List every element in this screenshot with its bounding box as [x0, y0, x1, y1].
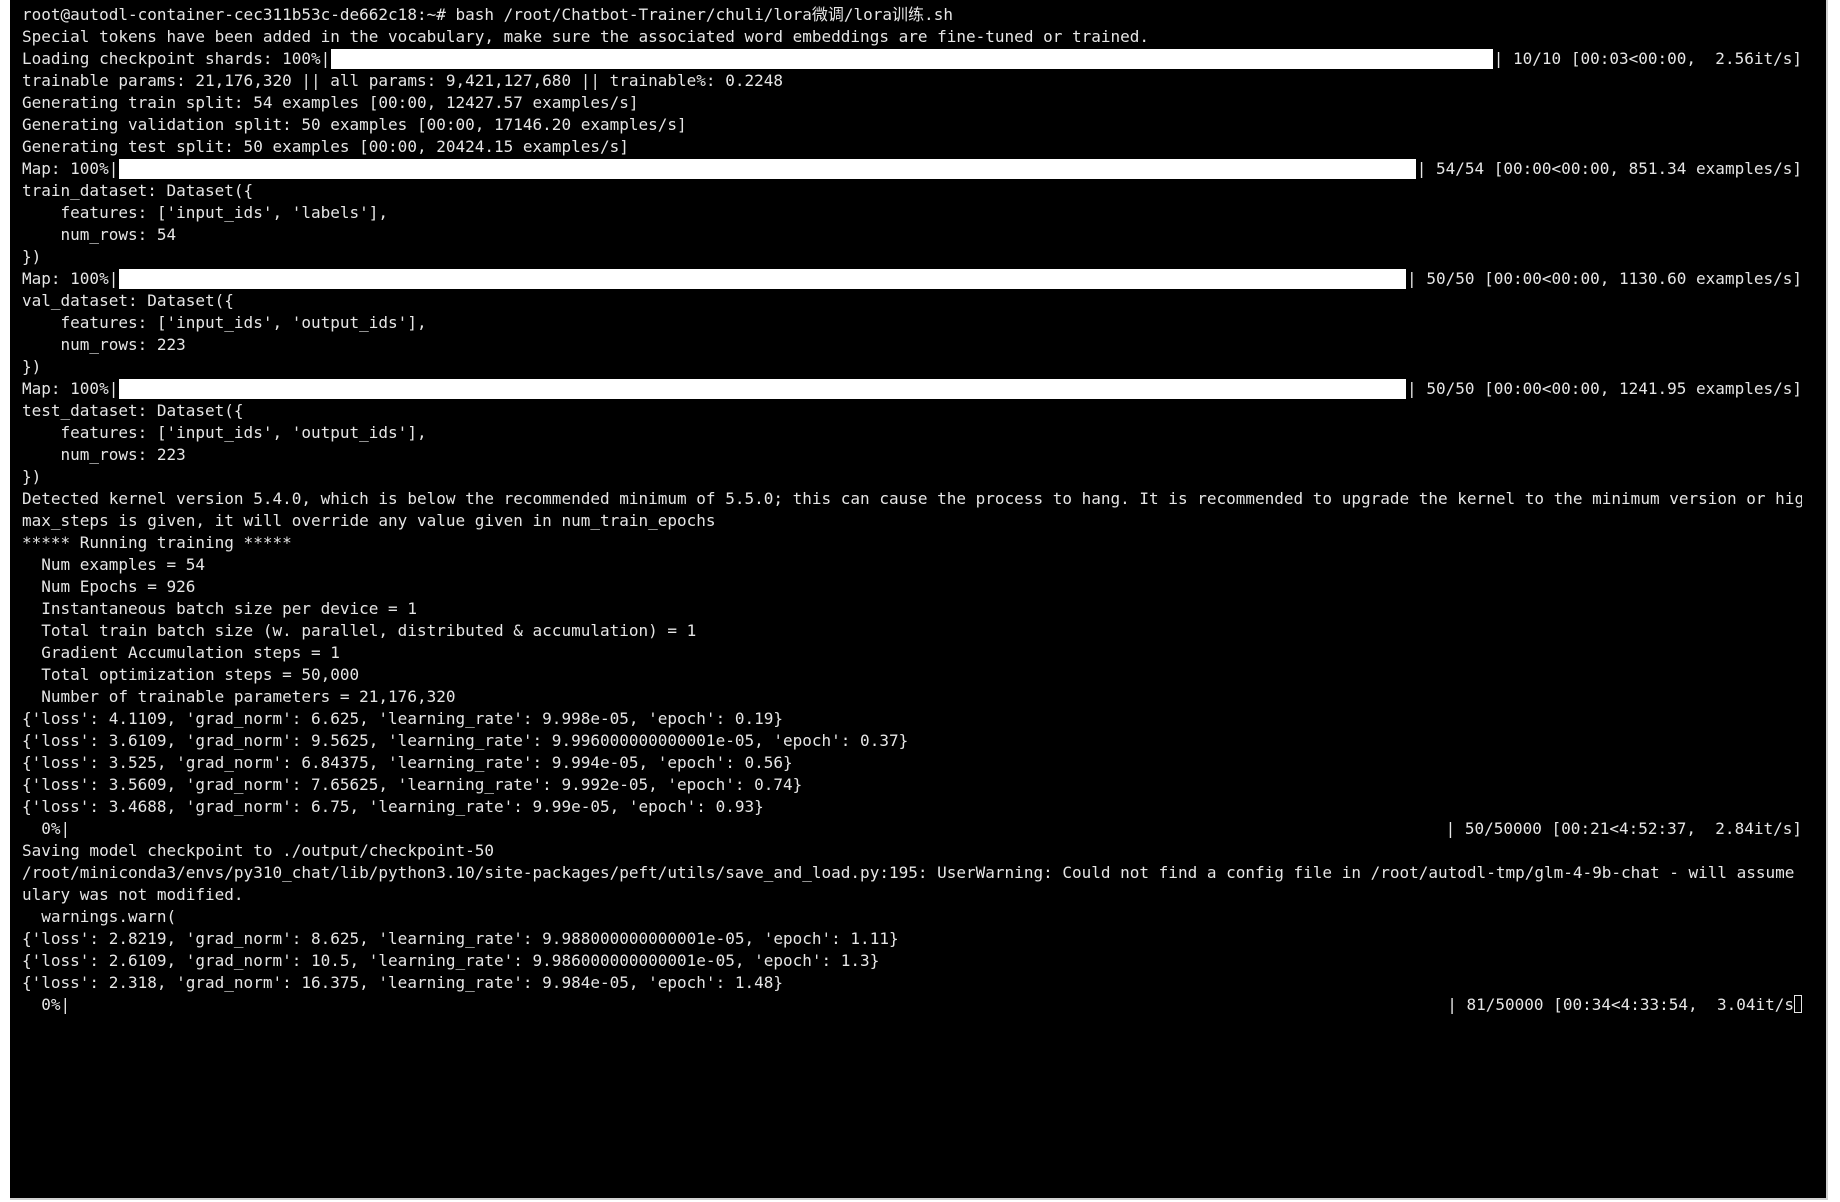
progress-bar-track [119, 159, 1416, 179]
output-block-c: train_dataset: Dataset({ features: ['inp… [22, 180, 1802, 268]
progress-prefix: Map: 100%| [22, 269, 119, 288]
progress-bar-fill [331, 49, 1493, 69]
output-line: {'loss': 3.6109, 'grad_norm': 9.5625, 'l… [22, 731, 909, 750]
progress-bar-fill [119, 269, 1407, 289]
output-line: Detected kernel version 5.4.0, which is … [22, 489, 1802, 508]
progress-prefix: 0%| [22, 819, 71, 838]
output-line: Saving model checkpoint to ./output/chec… [22, 841, 495, 860]
output-line: {'loss': 3.525, 'grad_norm': 6.84375, 'l… [22, 753, 793, 772]
progress-suffix: | 50/50000 [00:21<4:52:37, 2.84it/s] [1445, 819, 1802, 838]
output-block-b: trainable params: 21,176,320 || all para… [22, 70, 1802, 158]
progress-prefix: 0%| [22, 995, 71, 1014]
output-line: max_steps is given, it will override any… [22, 511, 716, 530]
progress-prefix: Loading checkpoint shards: 100%| [22, 49, 331, 68]
progress-prefix: Map: 100%| [22, 379, 119, 398]
output-line: features: ['input_ids', 'output_ids'], [22, 313, 427, 332]
output-line: ulary was not modified. [22, 885, 244, 904]
map-train-progress: Map: 100%| | 54/54 [00:00<00:00, 851.34 … [22, 158, 1802, 180]
output-line: features: ['input_ids', 'labels'], [22, 203, 389, 222]
terminal-output: root@autodl-container-cec311b53c-de662c1… [22, 4, 1802, 1016]
terminal-cursor[interactable] [1794, 995, 1802, 1013]
progress-suffix: | 10/10 [00:03<00:00, 2.56it/s] [1493, 49, 1802, 68]
output-line: num_rows: 223 [22, 335, 186, 354]
output-line: warnings.warn( [22, 907, 177, 926]
checkpoint-shards-progress: Loading checkpoint shards: 100%| | 10/10… [22, 48, 1802, 70]
output-block-d: val_dataset: Dataset({ features: ['input… [22, 290, 1802, 378]
output-line: Total train batch size (w. parallel, dis… [22, 621, 697, 640]
output-line: }) [22, 467, 42, 486]
output-line: ***** Running training ***** [22, 533, 292, 552]
output-line: Num examples = 54 [22, 555, 206, 574]
terminal-window[interactable]: root@autodl-container-cec311b53c-de662c1… [10, 0, 1828, 1200]
output-line: num_rows: 223 [22, 445, 186, 464]
output-line: Number of trainable parameters = 21,176,… [22, 687, 456, 706]
progress-bar-track [119, 379, 1407, 399]
shell-prompt-line: root@autodl-container-cec311b53c-de662c1… [22, 5, 953, 24]
training-progress-2: 0%| | 81/50000 [00:34<4:33:54, 3.04it/s [22, 994, 1802, 1016]
progress-suffix: | 54/54 [00:00<00:00, 851.34 examples/s] [1416, 159, 1802, 178]
output-line: Instantaneous batch size per device = 1 [22, 599, 417, 618]
output-line: Total optimization steps = 50,000 [22, 665, 360, 684]
progress-bar-fill [119, 379, 1407, 399]
map-val-progress: Map: 100%| | 50/50 [00:00<00:00, 1130.60… [22, 268, 1802, 290]
output-block-f: Saving model checkpoint to ./output/chec… [22, 840, 1802, 994]
progress-bar-track [119, 269, 1407, 289]
output-line: Generating validation split: 50 examples… [22, 115, 687, 134]
output-line: }) [22, 357, 42, 376]
map-test-progress: Map: 100%| | 50/50 [00:00<00:00, 1241.95… [22, 378, 1802, 400]
output-line: Generating train split: 54 examples [00:… [22, 93, 639, 112]
output-line: {'loss': 2.8219, 'grad_norm': 8.625, 'le… [22, 929, 899, 948]
output-line: }) [22, 247, 42, 266]
progress-suffix: | 81/50000 [00:34<4:33:54, 3.04it/s [1447, 994, 1802, 1016]
output-line: val_dataset: Dataset({ [22, 291, 234, 310]
output-line: features: ['input_ids', 'output_ids'], [22, 423, 427, 442]
progress-bar-track [71, 995, 1446, 1015]
training-progress-1: 0%| | 50/50000 [00:21<4:52:37, 2.84it/s] [22, 818, 1802, 840]
desktop-edge [0, 0, 10, 1202]
output-line: /root/miniconda3/envs/py310_chat/lib/pyt… [22, 863, 1802, 882]
output-line: {'loss': 4.1109, 'grad_norm': 6.625, 'le… [22, 709, 783, 728]
output-line: trainable params: 21,176,320 || all para… [22, 71, 783, 90]
output-line: Generating test split: 50 examples [00:0… [22, 137, 629, 156]
progress-prefix: Map: 100%| [22, 159, 119, 178]
output-line: {'loss': 3.4688, 'grad_norm': 6.75, 'lea… [22, 797, 764, 816]
output-line: test_dataset: Dataset({ [22, 401, 244, 420]
progress-bar-track [71, 819, 1444, 839]
output-line: {'loss': 3.5609, 'grad_norm': 7.65625, '… [22, 775, 803, 794]
output-line: Num Epochs = 926 [22, 577, 196, 596]
output-line: {'loss': 2.6109, 'grad_norm': 10.5, 'lea… [22, 951, 880, 970]
progress-bar-fill [119, 159, 1416, 179]
output-block-a: Special tokens have been added in the vo… [22, 26, 1802, 48]
output-line: Gradient Accumulation steps = 1 [22, 643, 340, 662]
progress-bar-track [331, 49, 1493, 69]
output-line: num_rows: 54 [22, 225, 177, 244]
progress-suffix: | 50/50 [00:00<00:00, 1241.95 examples/s… [1407, 379, 1802, 398]
progress-suffix: | 50/50 [00:00<00:00, 1130.60 examples/s… [1407, 269, 1802, 288]
output-line: Special tokens have been added in the vo… [22, 27, 1150, 46]
output-block-e: test_dataset: Dataset({ features: ['inpu… [22, 400, 1802, 818]
output-line: train_dataset: Dataset({ [22, 181, 254, 200]
output-line: {'loss': 2.318, 'grad_norm': 16.375, 'le… [22, 973, 783, 992]
